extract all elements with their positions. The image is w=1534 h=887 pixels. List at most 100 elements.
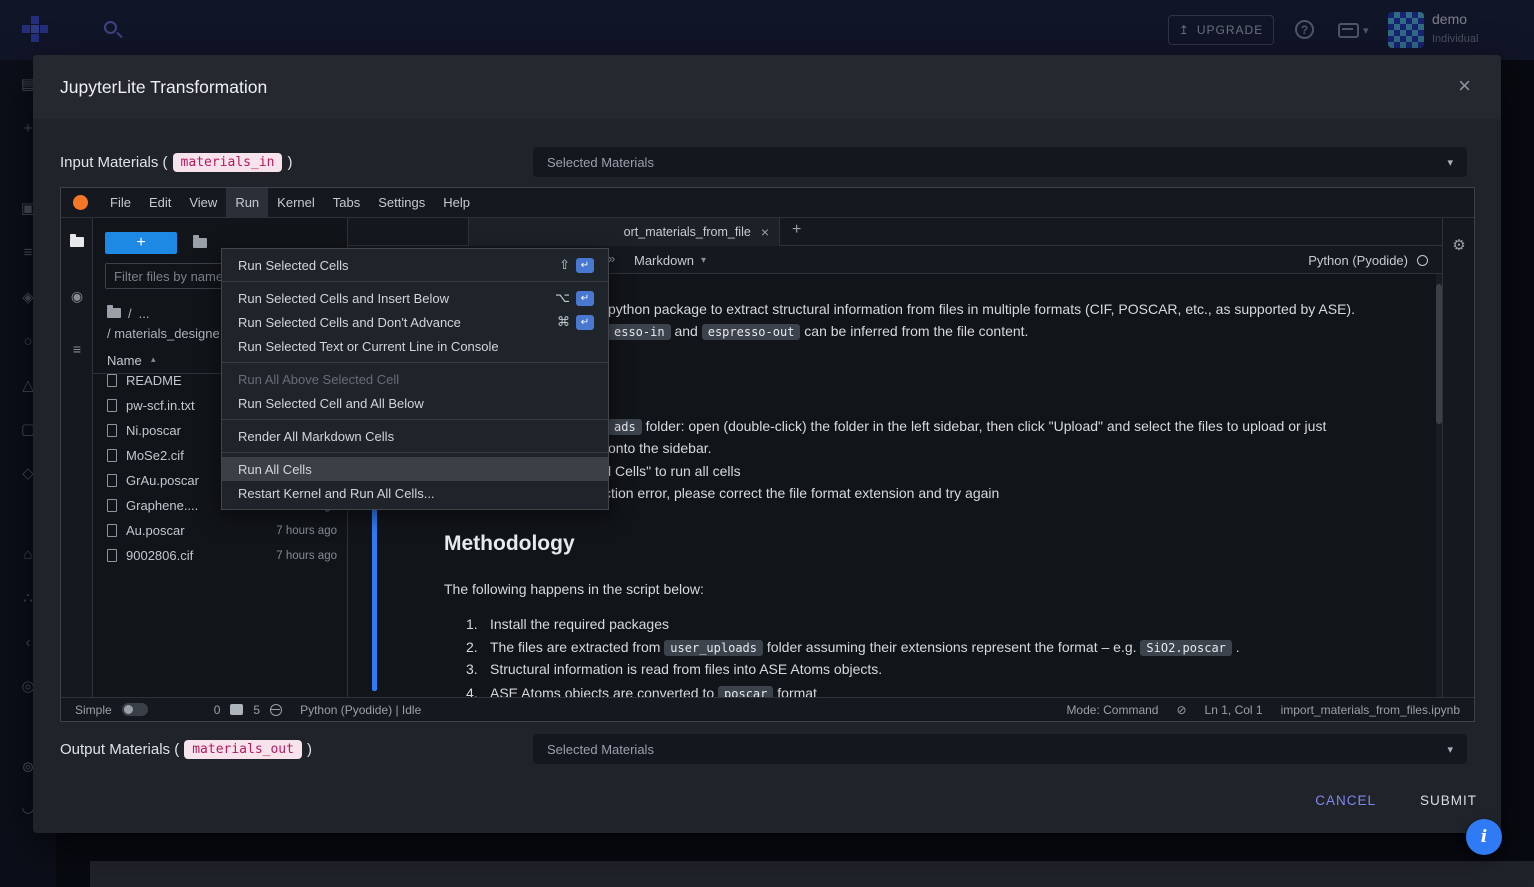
input-materials-prefix: Input Materials ( [60, 154, 168, 171]
inline-code: esso-in [608, 324, 671, 340]
submit-button[interactable]: SUBMIT [1420, 793, 1477, 808]
tab-close-icon[interactable]: × [761, 224, 769, 240]
breadcrumb-ellipsis[interactable]: ... [139, 306, 150, 321]
toolbar-chevron-icon[interactable]: » [608, 251, 615, 266]
running-sessions-icon[interactable]: ◉ [71, 288, 83, 305]
dialog-actions: CANCEL SUBMIT [1315, 793, 1477, 808]
output-materials-prefix: Output Materials ( [60, 741, 179, 758]
file-name: pw-scf.in.txt [126, 398, 195, 413]
file-icon [107, 399, 117, 412]
gear-icon[interactable]: ⚙ [1452, 236, 1465, 254]
md-paragraph: python package to extract structural inf… [608, 300, 1355, 318]
new-tab-icon[interactable]: + [792, 221, 801, 239]
file-name: README [126, 373, 182, 388]
screen: ↥ UPGRADE ? ▾ demo Individual ▤ + ▣ ≡ ◈ … [0, 0, 1534, 887]
input-materials-chip: materials_in [173, 153, 283, 172]
file-name: MoSe2.cif [126, 448, 184, 463]
menu-item-run-all-above[interactable]: Run All Above Selected Cell [222, 367, 608, 391]
kernel-indicator[interactable]: Python (Pyodide) [1308, 246, 1428, 274]
inline-code: ads [608, 419, 642, 435]
jupyterlite-transformation-dialog: JupyterLite Transformation × Input Mater… [33, 55, 1501, 833]
home-folder-icon[interactable] [107, 306, 121, 321]
jupyter-statusbar: Simple 0 5 Python (Pyodide) | Idle Mode:… [61, 697, 1474, 721]
dialog-header: JupyterLite Transformation × [33, 55, 1501, 119]
menu-tabs[interactable]: Tabs [324, 188, 369, 217]
output-materials-select[interactable]: Selected Materials ▾ [533, 734, 1467, 764]
tab-bar: ort_materials_from_file × + [348, 218, 1442, 246]
jupyterlite-frame: File Edit View Run Kernel Tabs Settings … [60, 187, 1475, 722]
file-icon [107, 449, 117, 462]
menu-item-run-text-in-console[interactable]: Run Selected Text or Current Line in Con… [222, 334, 608, 358]
file-row[interactable]: 9002806.cif7 hours ago [93, 543, 347, 568]
file-modified: 7 hours ago [276, 525, 337, 537]
file-icon [107, 549, 117, 562]
menu-kernel[interactable]: Kernel [268, 188, 324, 217]
menu-divider [222, 419, 608, 420]
inline-code: poscar [718, 686, 773, 697]
input-materials-placeholder: Selected Materials [547, 155, 1447, 170]
menu-item-run-insert-below[interactable]: Run Selected Cells and Insert Below ⌥↵ [222, 286, 608, 310]
menu-item-run-all-below[interactable]: Run Selected Cell and All Below [222, 391, 608, 415]
menu-item-render-markdown[interactable]: Render All Markdown Cells [222, 424, 608, 448]
caret-down-icon: ▾ [701, 255, 706, 266]
new-folder-icon[interactable] [193, 235, 207, 253]
sort-caret-icon: ▴ [151, 354, 156, 365]
output-materials-label: Output Materials ( materials_out ) [60, 734, 312, 764]
caret-down-icon: ▾ [1447, 743, 1453, 756]
menu-item-restart-run-all[interactable]: Restart Kernel and Run All Cells... [222, 481, 608, 505]
md-paragraph: The following happens in the script belo… [444, 580, 704, 598]
table-of-contents-icon[interactable]: ≡ [73, 341, 81, 357]
menu-divider [222, 362, 608, 363]
file-browser-icon[interactable] [70, 234, 84, 250]
menu-settings[interactable]: Settings [369, 188, 434, 217]
notebook-tab[interactable]: ort_materials_from_file × [468, 218, 780, 246]
menu-item-run-dont-advance[interactable]: Run Selected Cells and Don't Advance ⌘↵ [222, 310, 608, 334]
command-key-icon: ⌘ [557, 314, 570, 330]
md-paragraph: esso-in and espresso-out can be inferred… [608, 322, 1028, 341]
file-icon [107, 374, 117, 387]
terminals-count: 0 [214, 703, 221, 717]
cell-type-dropdown[interactable]: Markdown ▾ [634, 246, 706, 274]
jupyter-logo-icon [73, 195, 88, 210]
option-key-icon: ⌥ [555, 290, 570, 306]
new-launcher-button[interactable]: + [105, 232, 177, 254]
right-activity-bar: ⚙ [1442, 218, 1474, 697]
file-row[interactable]: Au.poscar7 hours ago [93, 518, 347, 543]
menu-divider [222, 281, 608, 282]
file-icon [107, 424, 117, 437]
jupyter-activity-bar: ◉ ≡ [61, 218, 93, 697]
inline-code: SiO2.poscar [1140, 640, 1231, 656]
breadcrumb-current[interactable]: / materials_designe [107, 326, 220, 341]
file-modified: 7 hours ago [276, 550, 337, 562]
file-name: GrAu.poscar [126, 473, 199, 488]
file-icon [107, 474, 117, 487]
tab-label: ort_materials_from_file [624, 225, 751, 239]
menu-file[interactable]: File [101, 188, 140, 217]
menu-item-run-all-cells[interactable]: Run All Cells [222, 457, 608, 481]
shift-key-icon: ⇧ [559, 257, 570, 273]
inline-code: espresso-out [702, 324, 801, 340]
menu-view[interactable]: View [180, 188, 226, 217]
info-fab-button[interactable]: i [1466, 819, 1502, 855]
md-list-item: onto the sidebar. [608, 439, 712, 457]
kernel-name: Python (Pyodide) [1308, 253, 1408, 268]
menu-run[interactable]: Run [226, 188, 268, 217]
menu-item-run-selected-cells[interactable]: Run Selected Cells ⇧↵ [222, 253, 608, 277]
simple-mode-toggle[interactable] [122, 703, 148, 716]
name-column-header[interactable]: Name [107, 353, 142, 368]
enter-key-icon: ↵ [576, 315, 594, 330]
menu-edit[interactable]: Edit [140, 188, 180, 217]
md-list-item: 4.ASE Atoms objects are converted to pos… [466, 684, 817, 697]
kernel-status-text: Python (Pyodide) | Idle [300, 703, 421, 717]
md-list-item: ads folder: open (double-click) the fold… [608, 417, 1326, 436]
output-materials-chip: materials_out [184, 740, 302, 759]
menu-help[interactable]: Help [434, 188, 479, 217]
cursor-position: Ln 1, Col 1 [1205, 703, 1263, 717]
close-icon[interactable]: × [1458, 75, 1471, 97]
input-materials-select[interactable]: Selected Materials ▾ [533, 147, 1467, 177]
breadcrumb: / ... [107, 306, 149, 321]
terminal-icon [230, 704, 243, 715]
simple-mode-label: Simple [75, 703, 112, 717]
cancel-button[interactable]: CANCEL [1315, 793, 1376, 808]
md-list-item: l Cells" to run all cells [608, 462, 741, 480]
